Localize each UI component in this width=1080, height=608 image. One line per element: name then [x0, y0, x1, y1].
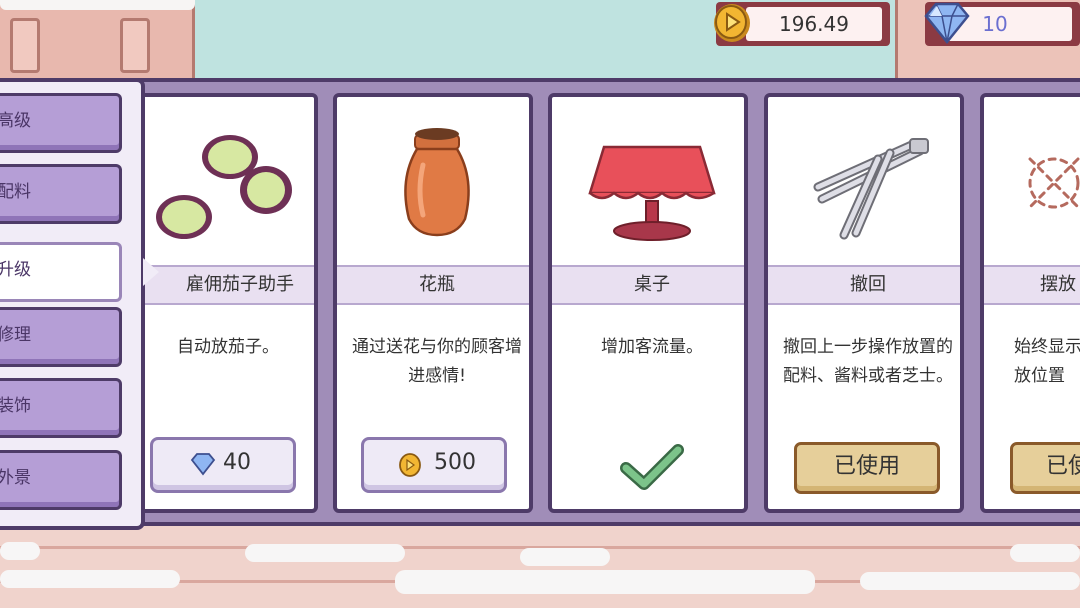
upgrade-card[interactable]: 雇佣茄子助手 自动放茄子。 40 — [118, 93, 318, 513]
vase-icon — [404, 128, 470, 237]
upgrade-card[interactable]: 摆放 始终显示放位置 已使 — [980, 93, 1080, 513]
sidebar-item-toppings[interactable]: 配料 — [0, 164, 122, 224]
coin-icon — [714, 4, 750, 42]
card-description: 始终显示放位置 — [1014, 337, 1080, 386]
snow-pile — [0, 542, 40, 560]
roof-snow — [0, 0, 195, 10]
used-button[interactable]: 已使 — [1010, 442, 1080, 494]
snow-pile — [395, 570, 815, 594]
used-button[interactable]: 已使用 — [794, 442, 940, 494]
snow-pile — [1010, 544, 1080, 562]
sidebar-item-label: 装饰 — [0, 396, 31, 416]
eggplant-slices-icon — [156, 135, 292, 239]
buy-coin-button[interactable]: 500 — [361, 437, 507, 493]
snow-pile — [0, 570, 180, 588]
card-description: 撤回上一步操作放置的配料、酱料或者芝士。 — [783, 337, 953, 386]
upgrade-card[interactable]: 桌子 增加客流量。 — [548, 93, 748, 513]
background-building-left — [0, 0, 195, 90]
card-title: 桌子 — [552, 265, 744, 305]
street-floor — [0, 520, 1080, 608]
price-amount: 500 — [434, 450, 476, 475]
sidebar-item-label: 配料 — [0, 182, 31, 202]
sidebar-item-upgrades[interactable]: 升级 — [0, 242, 122, 302]
sidebar-item-label: 外景 — [0, 468, 31, 488]
snow-pile — [520, 548, 610, 566]
diamond-icon — [924, 2, 970, 44]
card-title: 撤回 — [768, 265, 960, 305]
diamond-icon — [190, 453, 216, 476]
sidebar-item-exterior[interactable]: 外景 — [0, 450, 122, 510]
card-description: 自动放茄子。 — [177, 337, 279, 357]
snow-pile — [245, 544, 405, 562]
card-title: 花瓶 — [337, 265, 529, 305]
checkmark-icon — [620, 444, 684, 490]
active-pointer — [143, 258, 159, 286]
sidebar-item-label: 升级 — [0, 260, 31, 280]
coin-icon — [399, 453, 421, 477]
card-title: 摆放 — [984, 265, 1080, 305]
sidebar-item-repair[interactable]: 修理 — [0, 307, 122, 367]
sidebar-item-advanced[interactable]: 高级 — [0, 93, 122, 153]
placement-guide-icon — [1028, 157, 1080, 209]
sidebar-item-label: 高级 — [0, 111, 31, 131]
building-window — [10, 18, 40, 73]
coin-amount: 196.49 — [779, 12, 849, 36]
card-description: 通过送花与你的顾客增进感情! — [352, 337, 522, 386]
upgrade-card[interactable]: 撤回 撤回上一步操作放置的配料、酱料或者芝士。 已使用 — [764, 93, 964, 513]
price-amount: 40 — [223, 450, 251, 475]
sidebar-item-decor[interactable]: 装饰 — [0, 378, 122, 438]
snow-pile — [860, 572, 1080, 590]
card-description: 增加客流量。 — [601, 337, 703, 357]
upgrade-card[interactable]: 花瓶 通过送花与你的顾客增进感情! 500 — [333, 93, 533, 513]
tongs-icon — [813, 138, 929, 240]
building-window — [120, 18, 150, 73]
table-icon — [588, 145, 716, 241]
sidebar-item-label: 修理 — [0, 325, 31, 345]
game-scene: 196.49 10 雇佣茄子助手 自动放茄子。 40 花瓶 通过送花与你的顾客增… — [0, 0, 1080, 608]
buy-gem-button[interactable]: 40 — [150, 437, 296, 493]
